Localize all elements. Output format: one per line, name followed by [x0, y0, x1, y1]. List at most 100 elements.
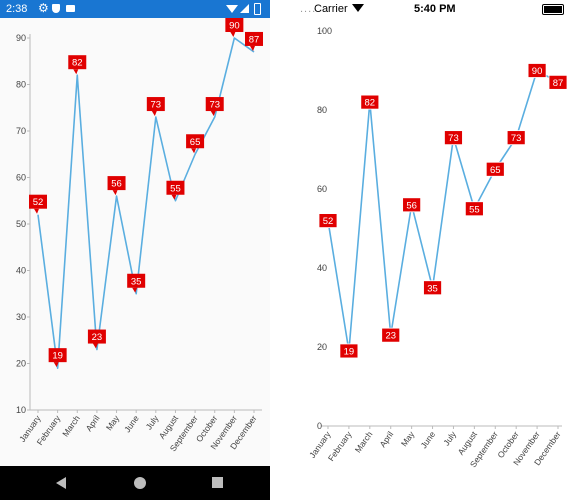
y-tick-label: 0: [317, 421, 322, 431]
data-label-text: 87: [553, 78, 564, 89]
android-status-bar: 2:38 ⚙: [0, 0, 270, 18]
ios-line-chart: 020406080100JanuaryFebruary March April May…: [307, 26, 568, 469]
battery-icon: [542, 4, 564, 15]
y-tick-label: 100: [317, 26, 332, 36]
data-label: 52: [318, 213, 338, 229]
data-label-text: 87: [249, 34, 260, 45]
x-tick-label: April: [377, 429, 395, 449]
data-label-text: 65: [490, 165, 501, 176]
y-tick-label: 80: [16, 80, 26, 90]
data-label-text: 65: [190, 137, 201, 148]
data-label-text: 23: [385, 331, 396, 342]
data-label-text: 55: [170, 183, 181, 194]
y-tick-label: 80: [317, 105, 327, 115]
data-label-text: 73: [151, 100, 162, 111]
y-tick-label: 60: [16, 173, 26, 183]
data-label-pointer: [151, 111, 157, 117]
y-tick-label: 10: [16, 405, 26, 415]
data-label-text: 73: [209, 100, 220, 111]
data-label-text: 82: [72, 58, 83, 69]
data-label: 73: [146, 97, 165, 117]
x-tick-label: May: [399, 429, 417, 449]
data-label-pointer: [112, 190, 118, 196]
data-label: 82: [68, 55, 87, 75]
data-label: 90: [527, 63, 547, 78]
data-label: 87: [548, 74, 568, 90]
data-label: 23: [87, 329, 106, 349]
carrier-label: Carrier: [314, 3, 348, 15]
data-label: 19: [48, 348, 67, 368]
data-label: 73: [444, 130, 463, 146]
recents-icon[interactable]: [212, 477, 223, 488]
gear-icon: ⚙: [38, 1, 49, 15]
x-tick-label: May: [104, 413, 122, 433]
data-label-text: 19: [52, 351, 63, 362]
data-label: 23: [381, 327, 401, 343]
data-label-text: 73: [448, 133, 459, 144]
data-label-text: 90: [532, 66, 543, 77]
x-tick-label: July: [441, 429, 458, 448]
y-tick-label: 30: [16, 312, 26, 322]
wifi-icon: [226, 5, 238, 13]
status-time: 2:38: [6, 3, 28, 15]
data-label: 65: [485, 161, 505, 177]
data-label: 90: [225, 18, 244, 37]
data-label-text: 35: [427, 283, 438, 294]
x-tick-label: June: [418, 429, 437, 450]
data-label-text: 56: [111, 179, 122, 190]
y-tick-label: 20: [317, 342, 327, 352]
signal-icon: [240, 4, 249, 13]
data-label: 65: [186, 134, 205, 154]
wifi-icon: [352, 4, 364, 12]
series-line: [327, 69, 559, 352]
data-label-text: 23: [92, 332, 103, 343]
data-label-pointer: [73, 69, 79, 75]
data-label: 35: [127, 273, 146, 293]
data-label: 35: [423, 280, 442, 296]
data-label-text: 82: [365, 98, 376, 109]
y-tick-label: 20: [16, 359, 26, 369]
data-label: 73: [506, 130, 526, 146]
mail-icon: [66, 5, 75, 12]
data-label-text: 35: [131, 276, 142, 287]
y-tick-label: 40: [16, 266, 26, 276]
data-label: 56: [402, 197, 422, 213]
data-label-text: 90: [229, 21, 240, 32]
y-tick-label: 40: [317, 263, 327, 273]
y-tick-label: 50: [16, 219, 26, 229]
ios-status-bar: .... Carrier 5:40 PM: [290, 0, 577, 18]
android-line-chart: 102030405060708090JanuaryFebruaryMarch Ap…: [16, 18, 263, 453]
y-tick-label: 70: [16, 126, 26, 136]
data-label: 55: [464, 201, 484, 217]
x-tick-label: April: [84, 413, 102, 433]
android-nav-bar: [0, 466, 270, 500]
data-label-pointer: [230, 32, 236, 37]
y-tick-label: 60: [317, 184, 327, 194]
back-icon[interactable]: [56, 477, 66, 489]
home-icon[interactable]: [134, 477, 146, 489]
data-label: 56: [107, 176, 126, 196]
data-label: 73: [205, 97, 224, 117]
series-line: [37, 37, 255, 369]
android-screen: 2:38 ⚙ 10 20 30 40 50 60 70 80 90 January February…: [0, 0, 270, 500]
shield-icon: [52, 4, 60, 13]
data-label-text: 73: [511, 133, 522, 144]
ios-screen: .... Carrier 5:40 PM 0 20 40 60 80 100 January…: [290, 0, 577, 500]
data-label: 82: [360, 94, 380, 110]
x-tick-label: July: [144, 413, 161, 432]
data-label-pointer: [34, 208, 39, 214]
x-tick-label: March: [60, 413, 82, 438]
status-time: 5:40 PM: [414, 3, 456, 15]
data-label-text: 52: [33, 197, 44, 208]
x-tick-label: March: [353, 429, 375, 454]
data-label: 55: [166, 180, 185, 200]
x-tick-label: June: [122, 413, 141, 434]
data-label: 19: [339, 343, 359, 359]
data-label-text: 52: [323, 216, 334, 227]
data-label-text: 55: [469, 204, 480, 215]
y-tick-label: 90: [16, 33, 26, 43]
battery-icon: [254, 3, 261, 15]
data-label: 52: [29, 194, 47, 214]
data-label-text: 56: [406, 200, 417, 211]
data-label-text: 19: [344, 346, 355, 357]
